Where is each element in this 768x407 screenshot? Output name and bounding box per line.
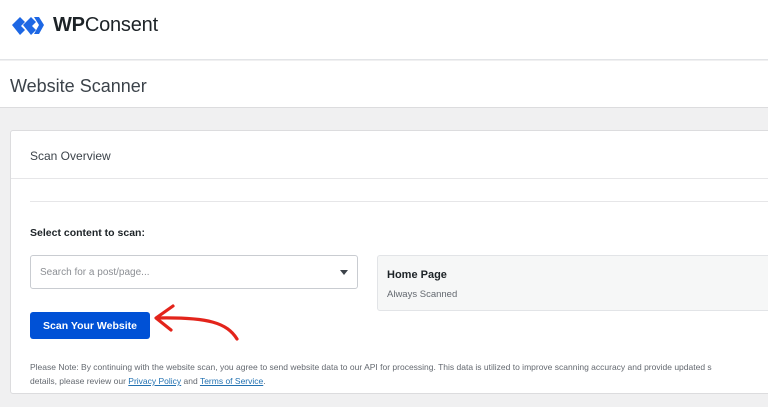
card-header: Scan Overview xyxy=(11,131,768,179)
note-line-2-text: details, please review our xyxy=(30,376,129,386)
note-line-2: details, please review our Privacy Polic… xyxy=(30,374,768,388)
home-page-title: Home Page xyxy=(387,269,447,281)
search-input[interactable] xyxy=(31,256,331,288)
note-and-text: and xyxy=(181,376,200,386)
select-content-label: Select content to scan: xyxy=(30,227,145,239)
scan-overview-card: Scan Overview Select content to scan: Ho… xyxy=(10,130,768,394)
home-page-item: Home Page Always Scanned xyxy=(377,255,768,311)
brand-name-rest: Consent xyxy=(84,14,158,36)
divider xyxy=(30,201,768,202)
note-line-1: Please Note: By continuing with the webs… xyxy=(30,362,712,372)
caret-down-icon[interactable] xyxy=(340,270,348,275)
home-page-status: Always Scanned xyxy=(387,289,458,300)
note-end-text: . xyxy=(263,376,266,386)
scan-website-button[interactable]: Scan Your Website xyxy=(30,312,150,339)
top-bar: WPConsent xyxy=(0,0,768,60)
wpconsent-logo-icon[interactable] xyxy=(10,12,46,39)
privacy-policy-link[interactable]: Privacy Policy xyxy=(128,376,181,386)
brand-name[interactable]: WPConsent xyxy=(53,12,158,38)
red-arrow-icon xyxy=(154,304,239,341)
brand-name-bold: WP xyxy=(53,14,85,36)
card-title: Scan Overview xyxy=(30,149,111,163)
page-title: Website Scanner xyxy=(10,76,147,96)
terms-of-service-link[interactable]: Terms of Service xyxy=(200,376,263,386)
page-header: Website Scanner xyxy=(0,61,768,108)
post-page-search-select[interactable] xyxy=(30,255,358,289)
privacy-note: Please Note: By continuing with the webs… xyxy=(30,360,768,388)
